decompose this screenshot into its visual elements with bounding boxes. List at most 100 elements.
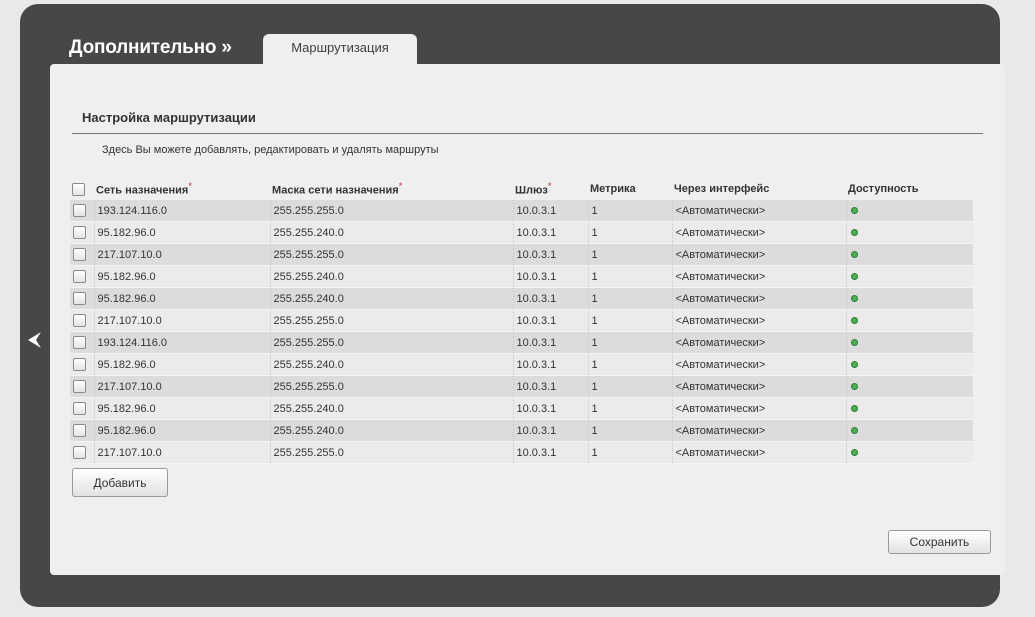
cell-interface[interactable]: <Автоматически> (672, 287, 847, 310)
cell-interface[interactable]: <Автоматически> (672, 243, 847, 266)
cell-gateway[interactable]: 10.0.3.1 (513, 265, 589, 288)
table-row[interactable]: 193.124.116.0 255.255.255.0 10.0.3.1 1 <… (70, 331, 973, 354)
row-checkbox[interactable] (73, 424, 86, 437)
save-button[interactable]: Сохранить (888, 530, 991, 554)
cell-gateway[interactable]: 10.0.3.1 (513, 419, 589, 442)
cell-interface[interactable]: <Автоматически> (672, 309, 847, 332)
cell-mask[interactable]: 255.255.240.0 (270, 397, 514, 420)
table-row[interactable]: 217.107.10.0 255.255.255.0 10.0.3.1 1 <А… (70, 309, 973, 332)
row-checkbox[interactable] (73, 402, 86, 415)
row-checkbox[interactable] (73, 380, 86, 393)
cell-interface[interactable]: <Автоматически> (672, 221, 847, 244)
select-all-checkbox[interactable] (72, 182, 85, 196)
cell-metric[interactable]: 1 (588, 397, 673, 420)
row-checkbox[interactable] (73, 270, 86, 283)
row-checkbox[interactable] (73, 204, 86, 217)
cell-gateway[interactable]: 10.0.3.1 (513, 375, 589, 398)
row-checkbox[interactable] (73, 446, 86, 459)
row-checkbox[interactable] (73, 358, 86, 371)
cell-mask[interactable]: 255.255.255.0 (270, 441, 514, 464)
table-row[interactable]: 217.107.10.0 255.255.255.0 10.0.3.1 1 <А… (70, 375, 973, 398)
cell-gateway[interactable]: 10.0.3.1 (513, 243, 589, 266)
cell-interface[interactable]: <Автоматически> (672, 331, 847, 354)
cell-network[interactable]: 217.107.10.0 (94, 309, 271, 332)
cell-gateway[interactable]: 10.0.3.1 (513, 287, 589, 310)
cell-mask[interactable]: 255.255.240.0 (270, 287, 514, 310)
table-row[interactable]: 95.182.96.0 255.255.240.0 10.0.3.1 1 <Ав… (70, 397, 973, 420)
cell-metric[interactable]: 1 (588, 353, 673, 376)
cell-availability (846, 200, 973, 222)
cell-network[interactable]: 95.182.96.0 (94, 287, 271, 310)
cell-mask[interactable]: 255.255.255.0 (270, 243, 514, 266)
table-row[interactable]: 95.182.96.0 255.255.240.0 10.0.3.1 1 <Ав… (70, 221, 973, 244)
status-dot-icon (850, 206, 858, 214)
cell-gateway[interactable]: 10.0.3.1 (513, 309, 589, 332)
section-title[interactable]: Дополнительно » (69, 37, 232, 59)
cell-interface[interactable]: <Автоматически> (672, 375, 847, 398)
cell-network[interactable]: 95.182.96.0 (94, 419, 271, 442)
cell-mask[interactable]: 255.255.240.0 (270, 353, 514, 376)
table-row[interactable]: 217.107.10.0 255.255.255.0 10.0.3.1 1 <А… (70, 243, 973, 266)
cell-network[interactable]: 95.182.96.0 (94, 397, 271, 420)
table-row[interactable]: 217.107.10.0 255.255.255.0 10.0.3.1 1 <А… (70, 441, 973, 464)
cell-network[interactable]: 217.107.10.0 (94, 375, 271, 398)
row-checkbox[interactable] (73, 248, 86, 261)
row-select-cell (70, 243, 95, 266)
cell-metric[interactable]: 1 (588, 221, 673, 244)
cell-network[interactable]: 95.182.96.0 (94, 353, 271, 376)
cell-mask[interactable]: 255.255.255.0 (270, 331, 514, 354)
status-dot-icon (850, 338, 858, 346)
cell-interface[interactable]: <Автоматически> (672, 441, 847, 464)
cell-metric[interactable]: 1 (588, 441, 673, 464)
table-row[interactable]: 95.182.96.0 255.255.240.0 10.0.3.1 1 <Ав… (70, 419, 973, 442)
cell-network[interactable]: 193.124.116.0 (94, 200, 271, 222)
cell-metric[interactable]: 1 (588, 200, 673, 222)
cell-interface[interactable]: <Автоматически> (672, 353, 847, 376)
cell-network[interactable]: 95.182.96.0 (94, 265, 271, 288)
cell-metric[interactable]: 1 (588, 309, 673, 332)
cell-metric[interactable]: 1 (588, 287, 673, 310)
routes-table: Сеть назначения* Маска сети назначения* … (70, 178, 973, 464)
add-route-button[interactable]: Добавить (72, 468, 168, 497)
cell-network[interactable]: 193.124.116.0 (94, 331, 271, 354)
cell-availability (846, 287, 973, 310)
row-checkbox[interactable] (73, 292, 86, 305)
cell-mask[interactable]: 255.255.240.0 (270, 265, 514, 288)
chevron-left-icon[interactable] (25, 330, 43, 350)
row-checkbox[interactable] (73, 226, 86, 239)
cell-gateway[interactable]: 10.0.3.1 (513, 397, 589, 420)
cell-gateway[interactable]: 10.0.3.1 (513, 441, 589, 464)
cell-interface[interactable]: <Автоматически> (672, 265, 847, 288)
cell-gateway[interactable]: 10.0.3.1 (513, 200, 589, 222)
row-checkbox[interactable] (73, 314, 86, 327)
column-header-mask: Маска сети назначения* (272, 181, 403, 197)
cell-mask[interactable]: 255.255.255.0 (270, 200, 514, 222)
column-header-interface: Через интерфейс (674, 183, 770, 195)
cell-gateway[interactable]: 10.0.3.1 (513, 331, 589, 354)
cell-metric[interactable]: 1 (588, 331, 673, 354)
cell-gateway[interactable]: 10.0.3.1 (513, 353, 589, 376)
row-checkbox[interactable] (73, 336, 86, 349)
table-row[interactable]: 193.124.116.0 255.255.255.0 10.0.3.1 1 <… (70, 200, 973, 222)
cell-metric[interactable]: 1 (588, 265, 673, 288)
cell-gateway[interactable]: 10.0.3.1 (513, 221, 589, 244)
cell-interface[interactable]: <Автоматически> (672, 200, 847, 222)
cell-metric[interactable]: 1 (588, 243, 673, 266)
cell-mask[interactable]: 255.255.240.0 (270, 221, 514, 244)
cell-mask[interactable]: 255.255.240.0 (270, 419, 514, 442)
cell-mask[interactable]: 255.255.255.0 (270, 309, 514, 332)
cell-mask[interactable]: 255.255.255.0 (270, 375, 514, 398)
row-select-cell (70, 309, 95, 332)
cell-network[interactable]: 217.107.10.0 (94, 243, 271, 266)
cell-interface[interactable]: <Автоматически> (672, 419, 847, 442)
cell-interface[interactable]: <Автоматически> (672, 397, 847, 420)
cell-metric[interactable]: 1 (588, 419, 673, 442)
tab-routing[interactable]: Маршрутизация (263, 34, 417, 66)
table-row[interactable]: 95.182.96.0 255.255.240.0 10.0.3.1 1 <Ав… (70, 353, 973, 376)
cell-network[interactable]: 217.107.10.0 (94, 441, 271, 464)
table-row[interactable]: 95.182.96.0 255.255.240.0 10.0.3.1 1 <Ав… (70, 287, 973, 310)
cell-metric[interactable]: 1 (588, 375, 673, 398)
table-row[interactable]: 95.182.96.0 255.255.240.0 10.0.3.1 1 <Ав… (70, 265, 973, 288)
cell-network[interactable]: 95.182.96.0 (94, 221, 271, 244)
cell-availability (846, 221, 973, 244)
